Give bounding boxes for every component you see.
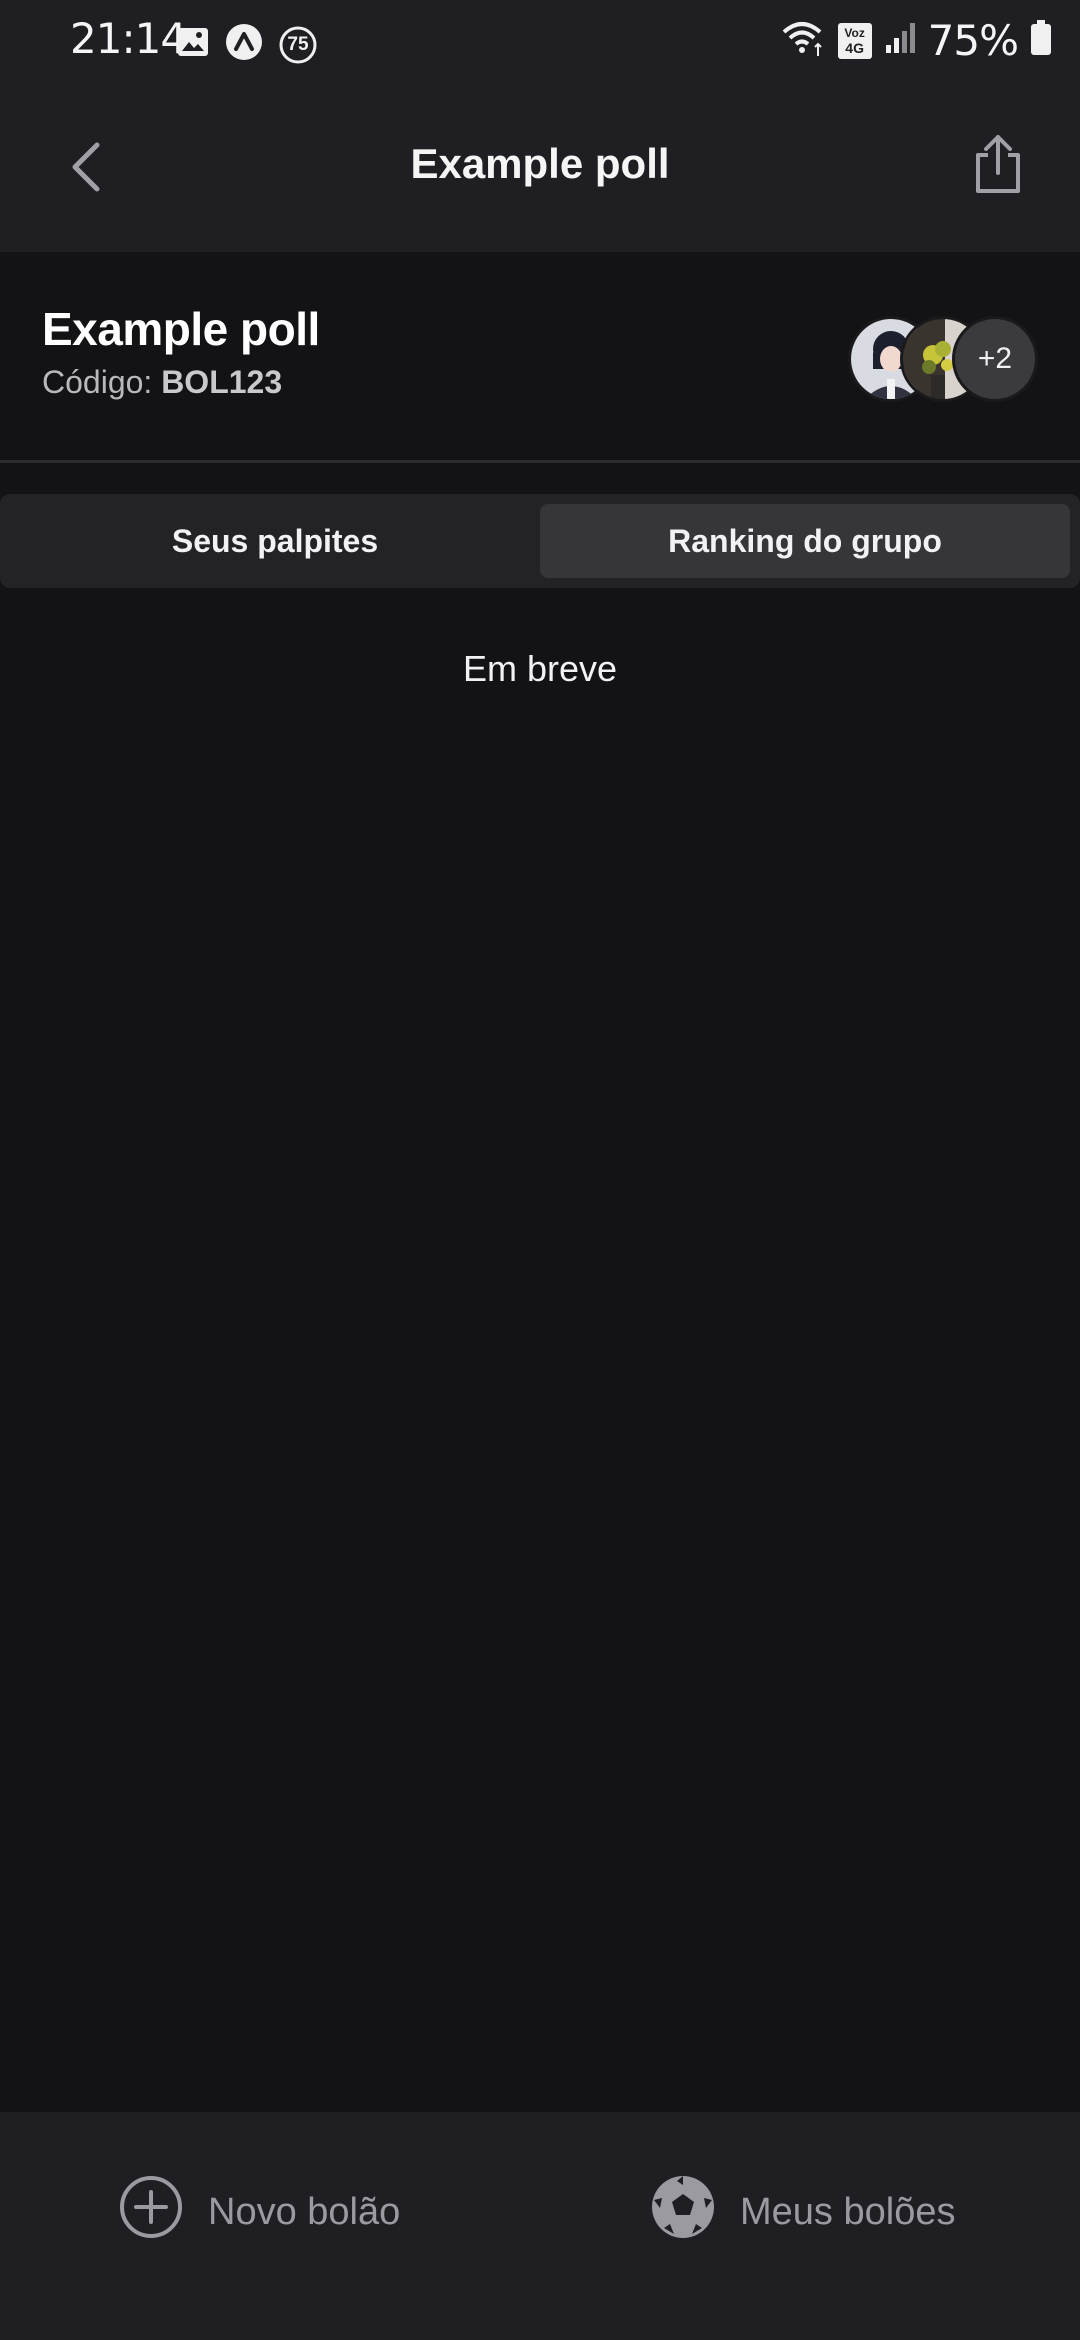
tab-ranking-do-grupo[interactable]: Ranking do grupo — [540, 504, 1070, 578]
tab-bar: Seus palpites Ranking do grupo — [0, 494, 1080, 588]
bottom-navigation: Novo bolão Meus bolões — [0, 2112, 1080, 2340]
share-button[interactable] — [962, 130, 1034, 202]
poll-code-value: BOL123 — [161, 364, 283, 400]
poll-code-label: Código: — [42, 364, 153, 400]
share-icon — [972, 133, 1024, 200]
count-badge-text: 75 — [287, 33, 309, 55]
plus-circle-icon — [118, 2174, 184, 2250]
volte-badge-icon: Voz 4G — [837, 22, 872, 59]
app-notification-icon — [224, 22, 264, 67]
tab-seus-palpites[interactable]: Seus palpites — [10, 504, 540, 578]
status-notification-icons: 75 — [176, 22, 318, 67]
battery-icon — [1030, 20, 1052, 61]
nav-new-poll-label: Novo bolão — [208, 2190, 401, 2233]
status-bar: 21:14 75 Voz 4G 75% — [0, 0, 1080, 84]
coming-soon-message: Em breve — [462, 648, 618, 689]
soccer-ball-icon — [650, 2174, 716, 2250]
wifi-icon — [780, 18, 826, 63]
nav-my-polls[interactable]: Meus bolões — [650, 2172, 955, 2252]
page-title: Example poll — [410, 140, 670, 187]
nav-new-poll[interactable]: Novo bolão — [118, 2172, 400, 2252]
status-system-icons: Voz 4G 75% — [780, 16, 1052, 65]
gallery-icon — [176, 25, 210, 64]
nav-my-polls-label: Meus bolões — [740, 2190, 956, 2233]
more-members-badge: +2 — [952, 316, 1038, 402]
count-badge-icon: 75 — [278, 25, 318, 65]
poll-header: Example poll Código: BOL123 +2 — [0, 252, 1080, 463]
app-bar: Example poll — [0, 84, 1080, 252]
signal-icon — [884, 21, 916, 60]
member-avatars[interactable]: +2 — [848, 316, 1038, 402]
poll-code: Código: BOL123 — [42, 364, 282, 401]
battery-percent: 75% — [927, 16, 1019, 65]
status-time: 21:14 — [70, 14, 187, 63]
poll-title: Example poll — [42, 303, 320, 355]
